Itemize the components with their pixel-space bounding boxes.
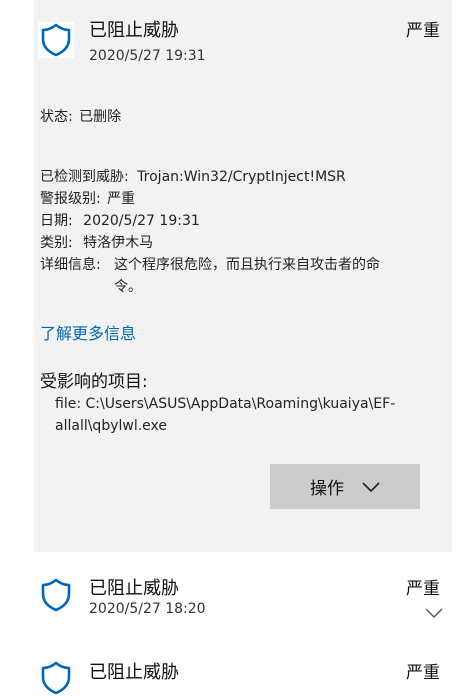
detected-label: 已检测到威胁:	[40, 169, 129, 185]
alert-level-value: 严重	[107, 191, 136, 207]
category-label: 类别:	[40, 235, 73, 251]
threat-date: 2020/5/27 19:31	[89, 48, 206, 64]
expand-chevron-icon[interactable]	[425, 603, 443, 622]
shield-icon	[38, 660, 74, 696]
threat-date: 2020/5/27 18:20	[89, 601, 206, 617]
threat-title: 已阻止威胁	[89, 578, 179, 599]
threat-title: 已阻止威胁	[89, 20, 179, 41]
affected-file-line2: allall\qbylwl.exe	[55, 418, 168, 434]
date-row: 日期: 2020/5/27 19:31	[40, 210, 200, 230]
details-value-line2: 令。	[114, 279, 142, 295]
affected-file-line1: file: C:\Users\ASUS\AppData\Roaming\kuai…	[55, 396, 396, 412]
status-row: 状态: 已删除	[40, 106, 121, 126]
alert-level-label: 警报级别:	[40, 191, 101, 207]
shield-icon	[38, 22, 74, 58]
category-value: 特洛伊木马	[83, 235, 154, 251]
status-label: 状态:	[40, 109, 73, 125]
severity-label: 严重	[406, 663, 440, 683]
details-label: 详细信息:	[40, 257, 101, 273]
severity-label: 严重	[406, 579, 440, 599]
status-value: 已删除	[79, 109, 122, 125]
chevron-down-icon	[362, 481, 380, 492]
category-row: 类别: 特洛伊木马	[40, 232, 153, 252]
threat-title: 已阻止威胁	[89, 662, 179, 683]
actions-button-label: 操作	[310, 479, 344, 499]
severity-label: 严重	[406, 21, 440, 41]
shield-icon	[38, 577, 74, 613]
alert-level-row: 警报级别: 严重	[40, 188, 135, 208]
detected-value: Trojan:Win32/CryptInject!MSR	[137, 169, 346, 185]
date-label: 日期:	[40, 213, 73, 229]
detected-row: 已检测到威胁: Trojan:Win32/CryptInject!MSR	[40, 166, 346, 186]
actions-button[interactable]: 操作	[270, 464, 420, 509]
date-value: 2020/5/27 19:31	[83, 213, 200, 229]
learn-more-link[interactable]: 了解更多信息	[40, 320, 136, 344]
affected-items-heading: 受影响的项目:	[40, 372, 148, 392]
details-value-line1: 这个程序很危险，而且执行来自攻击者的命	[114, 257, 380, 273]
